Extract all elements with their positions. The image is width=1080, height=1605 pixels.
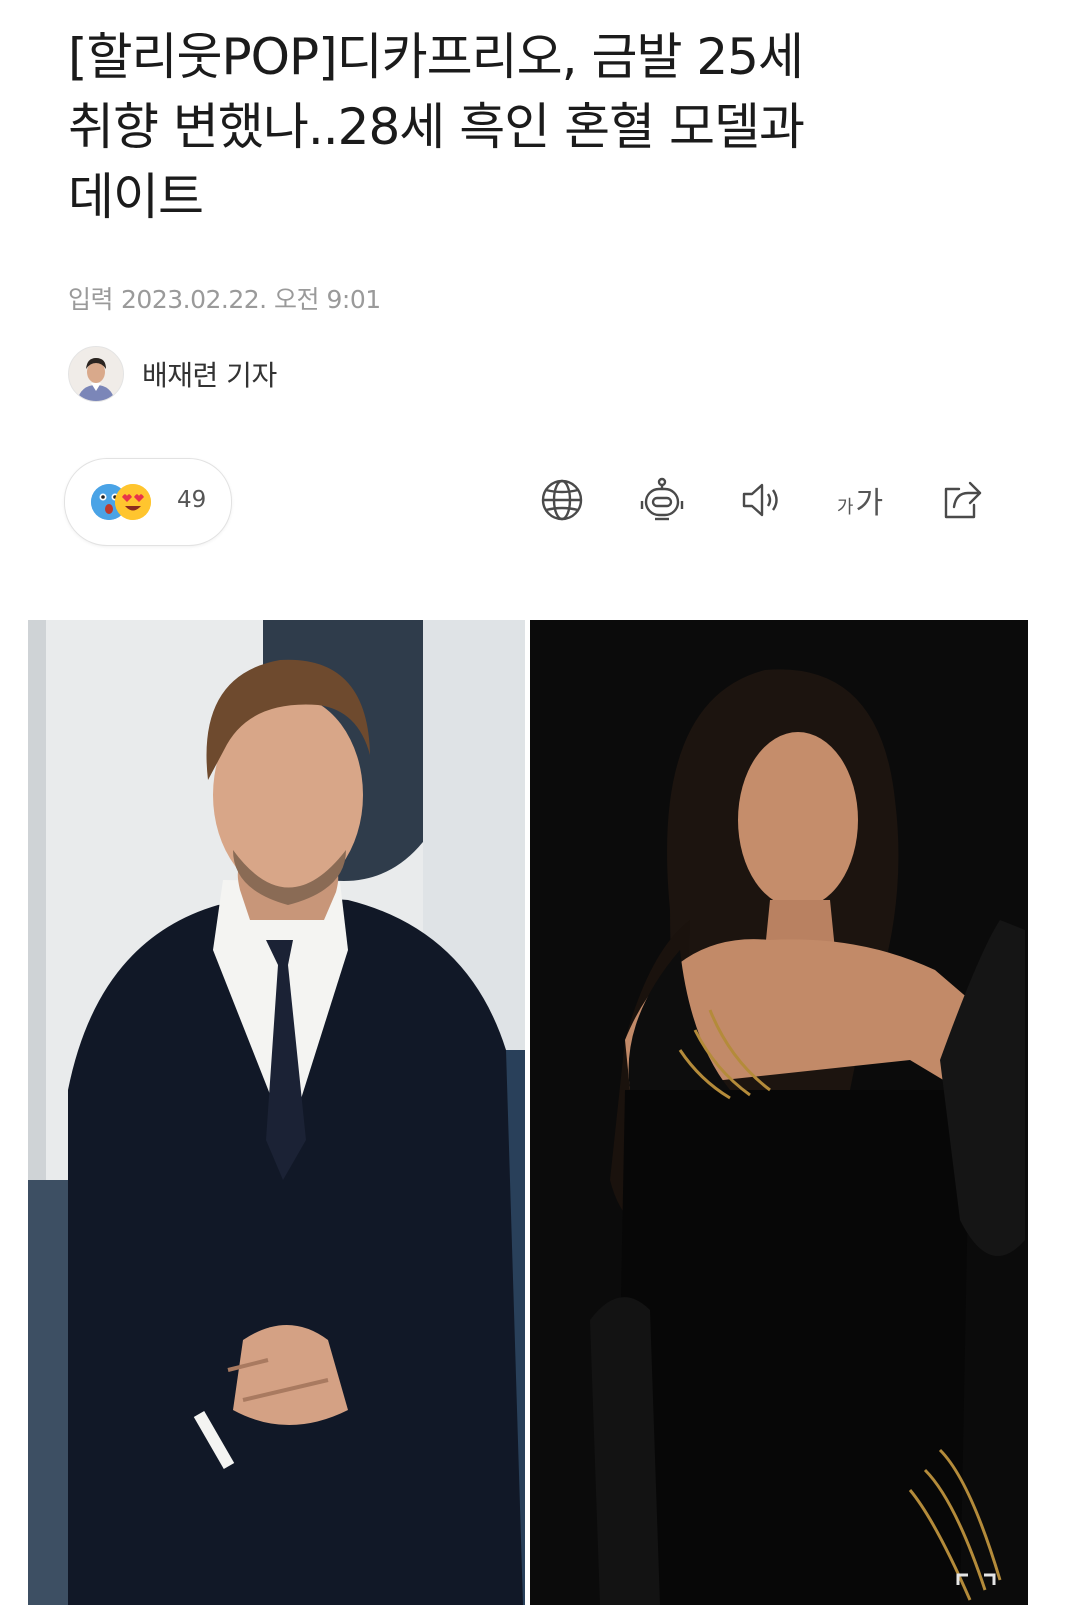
expand-image-icon[interactable] bbox=[954, 1571, 998, 1601]
read-aloud-button[interactable] bbox=[734, 472, 790, 528]
speaker-icon bbox=[742, 483, 778, 517]
article-photo[interactable] bbox=[28, 620, 1028, 1605]
ai-summary-button[interactable] bbox=[634, 472, 690, 528]
headline-line: [할리웃POP]디카프리오, 금발 25세 bbox=[68, 28, 804, 86]
reaction-button[interactable]: 49 bbox=[64, 458, 232, 546]
publish-label: 입력 bbox=[68, 285, 114, 314]
publish-date: 2023.02.22. 오전 9:01 bbox=[121, 285, 381, 314]
headline-line: 취향 변했나..28세 흑인 혼혈 모델과 bbox=[68, 98, 805, 156]
photo-man-in-suit bbox=[28, 620, 525, 1605]
share-icon bbox=[944, 481, 982, 519]
headline-line: 데이트 bbox=[68, 168, 204, 226]
font-size-icon: 가가 bbox=[836, 486, 884, 521]
font-size-button[interactable]: 가가 bbox=[832, 472, 888, 528]
heart-eyes-face-icon bbox=[115, 484, 151, 520]
publish-info: 입력 2023.02.22. 오전 9:01 bbox=[68, 280, 381, 316]
reporter-photo bbox=[69, 347, 123, 401]
robot-icon bbox=[640, 477, 684, 521]
reporter-avatar[interactable] bbox=[68, 346, 124, 402]
globe-icon bbox=[541, 479, 583, 521]
reporter-name[interactable]: 배재련 기자 bbox=[142, 354, 277, 394]
reaction-count: 49 bbox=[177, 487, 207, 513]
photo-woman-in-dress bbox=[530, 620, 1028, 1605]
byline[interactable]: 배재련 기자 bbox=[68, 346, 277, 402]
share-button[interactable] bbox=[934, 472, 990, 528]
translate-button[interactable] bbox=[534, 472, 590, 528]
article-headline: [할리웃POP]디카프리오, 금발 25세 취향 변했나..28세 흑인 혼혈 … bbox=[68, 22, 1028, 232]
